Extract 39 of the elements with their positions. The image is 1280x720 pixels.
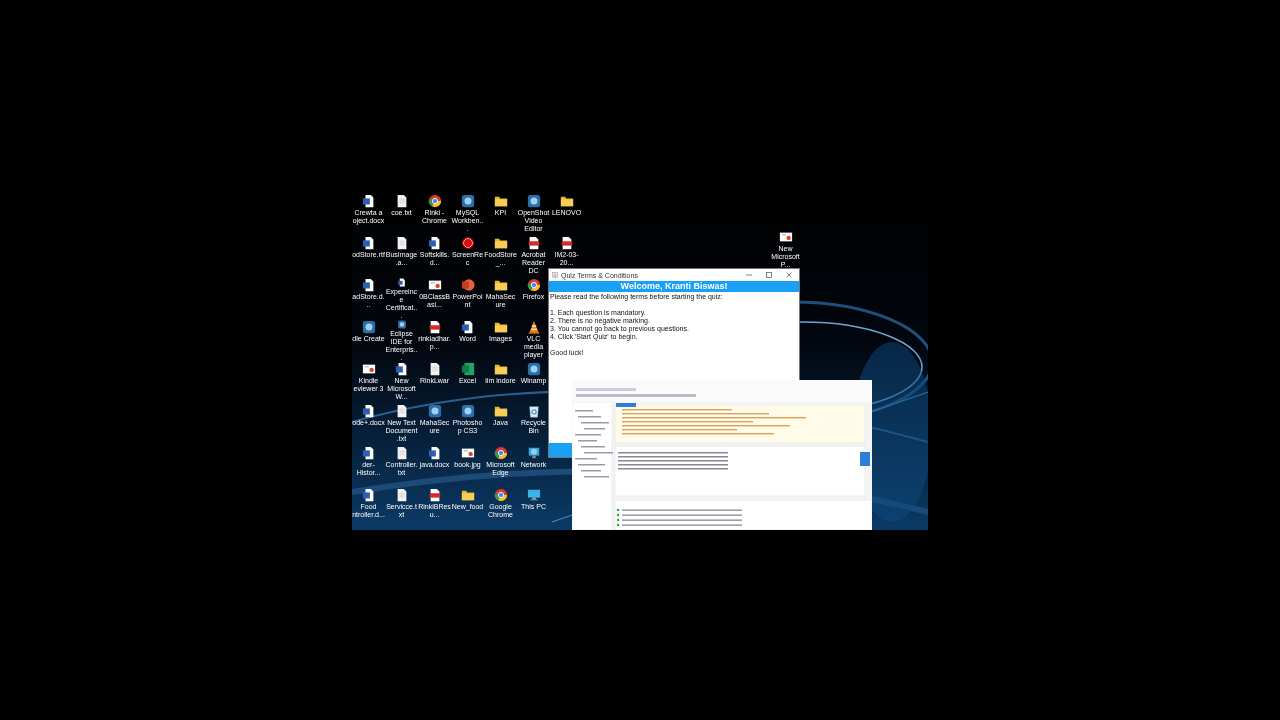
- globe-icon[interactable]: [526, 446, 541, 460]
- folder-icon[interactable]: [493, 320, 508, 334]
- browser-icon[interactable]: [526, 278, 541, 292]
- document-icon[interactable]: [361, 488, 376, 502]
- document-icon[interactable]: [361, 446, 376, 460]
- document-icon[interactable]: [361, 278, 376, 292]
- document-icon[interactable]: [361, 194, 376, 208]
- document-icon[interactable]: [361, 404, 376, 418]
- folder-icon[interactable]: [460, 488, 475, 502]
- welcome-banner: Welcome, Kranti Biswas!: [549, 281, 799, 292]
- traffic-cone-icon[interactable]: [526, 320, 541, 334]
- document-icon[interactable]: [427, 236, 442, 250]
- presentation-icon[interactable]: [460, 278, 475, 292]
- image-icon[interactable]: [361, 362, 376, 376]
- folder-icon[interactable]: [493, 236, 508, 250]
- document-icon[interactable]: [427, 446, 442, 460]
- browser-icon[interactable]: [427, 194, 442, 208]
- recycle-bin-icon[interactable]: [526, 404, 541, 418]
- document-icon[interactable]: [361, 236, 376, 250]
- pdf-file-icon[interactable]: [427, 488, 442, 502]
- image-icon[interactable]: [778, 230, 793, 244]
- pdf-file-icon[interactable]: [526, 236, 541, 250]
- folder-icon[interactable]: [493, 404, 508, 418]
- image-icon[interactable]: [460, 446, 475, 460]
- folder-icon[interactable]: [493, 278, 508, 292]
- record-icon[interactable]: [460, 236, 475, 250]
- browser-icon[interactable]: [493, 488, 508, 502]
- folder-icon[interactable]: [559, 194, 574, 208]
- browser-icon[interactable]: [493, 446, 508, 460]
- window-icon: [552, 272, 558, 278]
- monitor-icon[interactable]: [526, 488, 541, 502]
- document-icon[interactable]: [460, 320, 475, 334]
- document-icon[interactable]: [394, 362, 409, 376]
- image-icon[interactable]: [427, 278, 442, 292]
- pdf-file-icon[interactable]: [427, 320, 442, 334]
- pdf-file-icon[interactable]: [559, 236, 574, 250]
- spreadsheet-icon[interactable]: [460, 362, 475, 376]
- folder-icon[interactable]: [493, 362, 508, 376]
- folder-icon[interactable]: [493, 194, 508, 208]
